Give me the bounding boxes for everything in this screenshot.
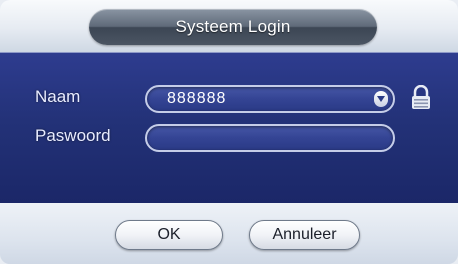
username-select[interactable]: 888888 — [145, 85, 395, 113]
dialog-title: Systeem Login — [175, 17, 291, 36]
button-bar: OK Annuleer — [0, 203, 458, 264]
title-pill: Systeem Login — [89, 9, 377, 45]
cancel-button[interactable]: Annuleer — [249, 220, 360, 250]
password-label: Paswoord — [35, 126, 111, 145]
chevron-down-icon[interactable] — [374, 91, 388, 107]
name-label: Naam — [35, 87, 81, 106]
lock-icon — [412, 85, 430, 109]
login-dialog: Systeem Login Naam 888888 Paswoord OK An… — [0, 0, 458, 264]
ok-button[interactable]: OK — [115, 220, 223, 250]
title-bar: Systeem Login — [0, 0, 458, 52]
username-value: 888888 — [167, 90, 227, 107]
login-form: Naam 888888 Paswoord — [0, 52, 458, 204]
password-input[interactable] — [145, 124, 395, 152]
